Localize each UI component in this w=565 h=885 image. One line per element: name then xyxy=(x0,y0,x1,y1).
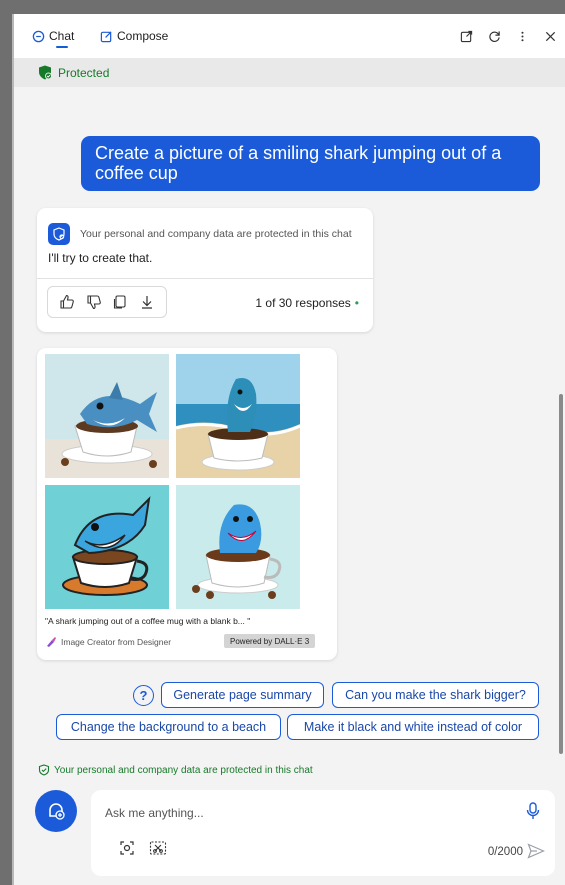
new-topic-icon xyxy=(49,803,65,820)
close-button[interactable] xyxy=(537,23,563,49)
suggestion-chip[interactable]: Change the background to a beach xyxy=(56,714,281,740)
privacy-footer-text: Your personal and company data are prote… xyxy=(54,764,313,776)
chat-input-box: 0/2000 xyxy=(91,790,555,876)
generated-image-4[interactable] xyxy=(176,485,300,609)
powered-by-badge: Powered by DALL·E 3 xyxy=(224,634,316,648)
protected-shield-outline-icon xyxy=(38,764,50,776)
privacy-shield-icon xyxy=(48,223,70,245)
protected-label: Protected xyxy=(58,65,110,80)
chat-icon xyxy=(32,30,45,42)
image-result-card: "A shark jumping out of a coffee mug wit… xyxy=(37,348,337,660)
tab-compose-label: Compose xyxy=(117,29,169,43)
image-snip-icon[interactable] xyxy=(149,840,167,856)
protected-bar: Protected xyxy=(14,58,565,87)
feedback-toolbar xyxy=(47,286,167,318)
refresh-button[interactable] xyxy=(481,23,507,49)
suggestion-chip[interactable]: Generate page summary xyxy=(161,682,324,708)
screenshot-capture-icon[interactable] xyxy=(119,840,135,856)
image-credit[interactable]: Image Creator from Designer xyxy=(45,636,171,648)
refresh-icon xyxy=(488,30,500,42)
response-card: Your personal and company data are prote… xyxy=(37,208,373,332)
generated-image-2[interactable] xyxy=(176,354,300,478)
privacy-footer: Your personal and company data are prote… xyxy=(38,764,313,776)
new-topic-button[interactable] xyxy=(35,790,77,832)
character-counter: 0/2000 xyxy=(487,846,523,858)
more-vertical-icon xyxy=(520,31,524,41)
privacy-notice: Your personal and company data are prote… xyxy=(80,228,352,240)
image-credit-text: Image Creator from Designer xyxy=(61,637,172,647)
divider xyxy=(37,278,373,279)
suggestions-help-button[interactable]: ? xyxy=(133,685,154,706)
close-icon xyxy=(545,31,555,41)
open-external-icon xyxy=(460,30,472,42)
thumbs-up-icon[interactable] xyxy=(59,294,75,310)
designer-brush-icon xyxy=(47,637,56,647)
download-icon[interactable] xyxy=(139,294,155,310)
response-count-text: 1 of 30 responses xyxy=(255,296,351,310)
status-dot: • xyxy=(354,296,359,310)
tab-chat-label: Chat xyxy=(49,29,75,43)
compose-icon xyxy=(100,30,112,42)
suggestion-chip[interactable]: Make it black and white instead of color xyxy=(287,714,539,740)
copilot-sidebar-window: Chat Compose Protected Create a picture … xyxy=(12,14,565,885)
help-icon: ? xyxy=(139,688,148,703)
suggestion-chip[interactable]: Can you make the shark bigger? xyxy=(332,682,539,708)
more-options-button[interactable] xyxy=(509,23,535,49)
scrollbar[interactable] xyxy=(559,394,563,754)
open-in-new-window-button[interactable] xyxy=(453,23,479,49)
response-count: 1 of 30 responses • xyxy=(255,296,359,310)
copy-icon[interactable] xyxy=(112,294,128,310)
tab-chat[interactable]: Chat xyxy=(32,14,74,58)
thumbs-down-icon[interactable] xyxy=(86,294,102,310)
generated-image-3[interactable] xyxy=(45,485,169,609)
generated-image-1[interactable] xyxy=(45,354,169,478)
top-actions xyxy=(453,14,565,58)
user-message: Create a picture of a smiling shark jump… xyxy=(81,136,540,191)
image-grid xyxy=(45,354,301,610)
chat-input[interactable] xyxy=(105,802,505,824)
privacy-header: Your personal and company data are prote… xyxy=(48,223,352,245)
assistant-reply: I'll try to create that. xyxy=(48,251,153,265)
tab-compose[interactable]: Compose xyxy=(100,14,168,58)
send-icon[interactable] xyxy=(527,843,545,859)
microphone-icon[interactable] xyxy=(525,802,541,820)
protected-shield-icon xyxy=(39,65,52,80)
image-caption: "A shark jumping out of a coffee mug wit… xyxy=(45,616,251,626)
active-tab-indicator xyxy=(56,46,68,48)
top-bar: Chat Compose xyxy=(14,14,565,58)
